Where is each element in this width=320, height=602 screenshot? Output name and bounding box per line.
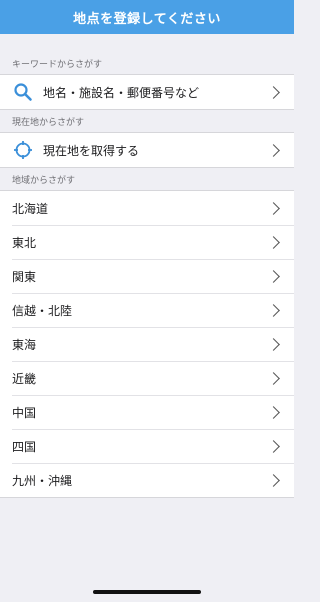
chevron-right-icon (267, 371, 280, 385)
keyword-search-row[interactable]: 地名・施設名・郵便番号など (0, 75, 294, 109)
current-location-label: 現在地を取得する (43, 143, 140, 158)
region-item-kyushu-okinawa[interactable]: 九州・沖縄 (0, 463, 294, 497)
home-indicator[interactable] (93, 590, 201, 594)
crosshair-icon (12, 139, 34, 161)
region-list: 北海道 東北 関東 信越・北陸 東海 近畿 中国 四国 九州・沖縄 (0, 190, 294, 498)
chevron-right-icon (267, 85, 280, 99)
region-item-shikoku[interactable]: 四国 (0, 429, 294, 463)
region-item-kanto[interactable]: 関東 (0, 259, 294, 293)
region-item-tohoku[interactable]: 東北 (0, 225, 294, 259)
page-title: 地点を登録してください (73, 11, 221, 27)
chevron-right-icon (267, 439, 280, 453)
chevron-right-icon (267, 235, 280, 249)
chevron-right-icon (267, 405, 280, 419)
chevron-right-icon (267, 303, 280, 317)
search-icon (12, 81, 34, 103)
region-item-hokkaido[interactable]: 北海道 (0, 191, 294, 225)
chevron-right-icon (267, 201, 280, 215)
region-item-kinki[interactable]: 近畿 (0, 361, 294, 395)
section-label-region: 地域からさがす (12, 176, 76, 186)
chevron-right-icon (267, 337, 280, 351)
chevron-right-icon (267, 473, 280, 487)
chevron-right-icon (267, 143, 280, 157)
region-item-tokai[interactable]: 東海 (0, 327, 294, 361)
region-item-shinetsu-hokuriku[interactable]: 信越・北陸 (0, 293, 294, 327)
header-bar: 地点を登録してください (0, 0, 294, 34)
keyword-group: 地名・施設名・郵便番号など (0, 74, 294, 110)
keyword-search-label: 地名・施設名・郵便番号など (43, 85, 200, 100)
current-group: 現在地を取得する (0, 132, 294, 168)
chevron-right-icon (267, 269, 280, 283)
section-label-keyword: キーワードからさがす (12, 60, 103, 70)
section-label-current: 現在地からさがす (12, 118, 85, 128)
region-item-chugoku[interactable]: 中国 (0, 395, 294, 429)
current-location-row[interactable]: 現在地を取得する (0, 133, 294, 167)
